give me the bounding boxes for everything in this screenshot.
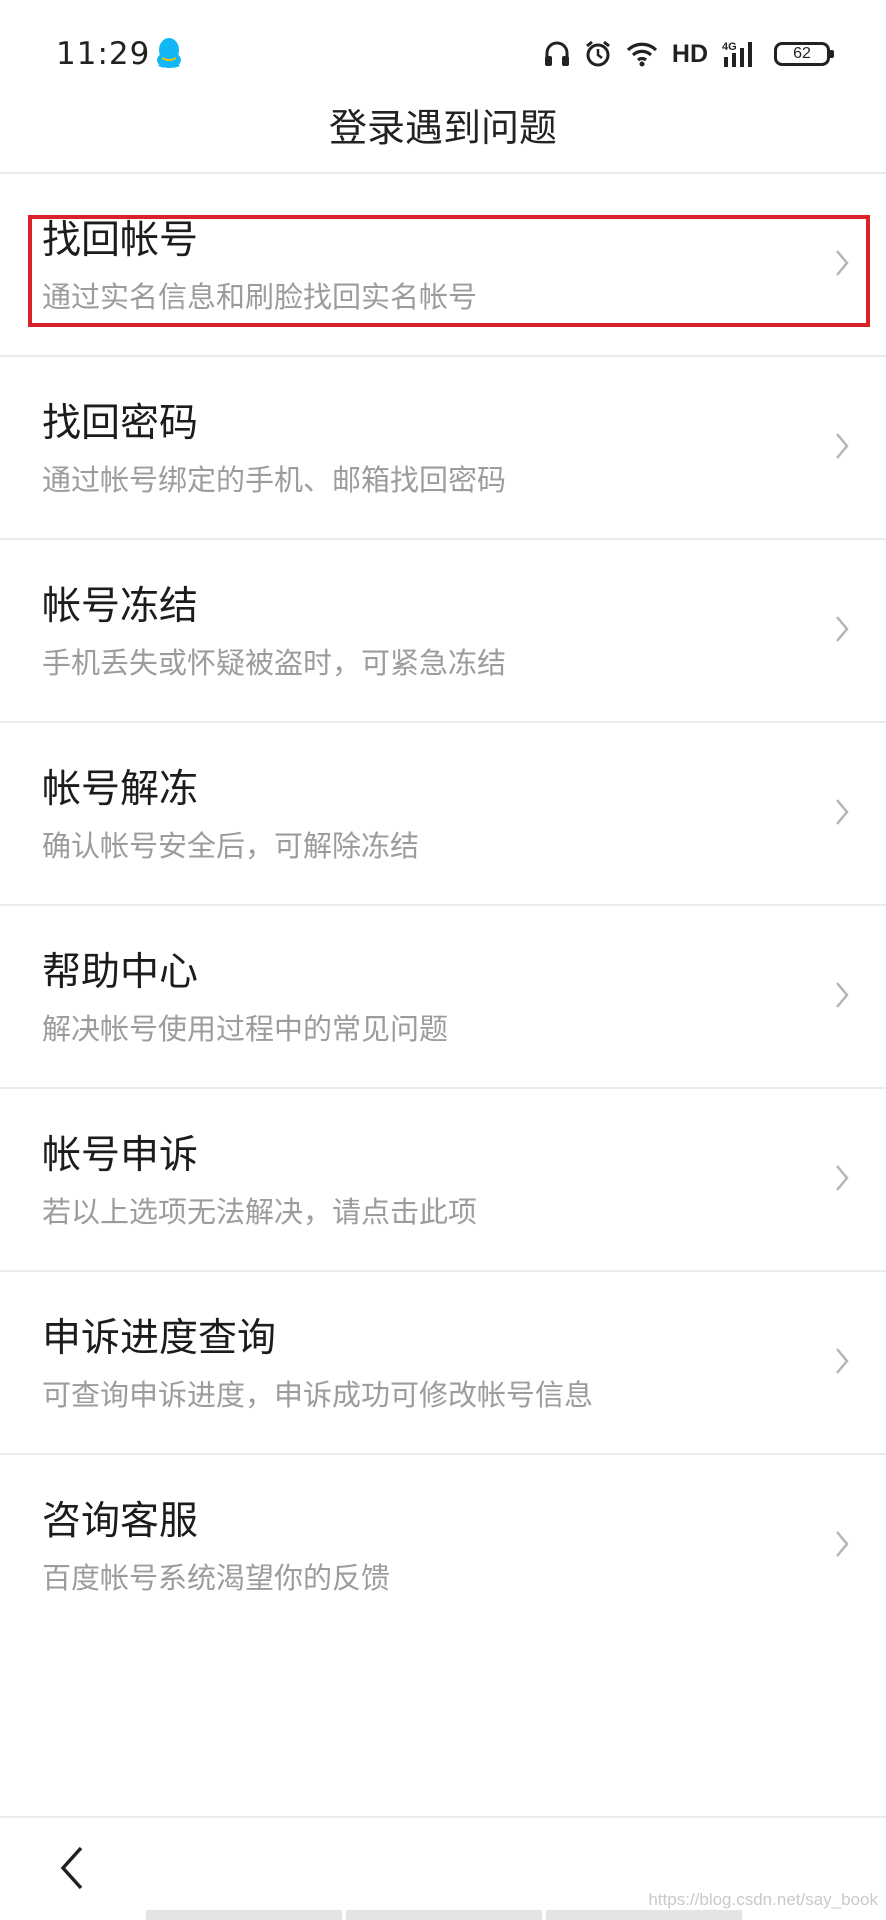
alarm-icon (585, 40, 610, 67)
chevron-right-icon (836, 616, 849, 642)
status-time: 11:29 (56, 36, 151, 72)
menu-item-title: 找回密码 (42, 401, 199, 446)
chevron-right-icon (836, 1531, 849, 1557)
network-label: HD (671, 39, 708, 68)
menu-item-title: 咨询客服 (42, 1499, 199, 1544)
help-menu: 找回帐号 通过实名信息和刷脸找回实名帐号 找回密码 通过帐号绑定的手机、邮箱找回… (0, 174, 886, 1638)
highlight-box (28, 215, 870, 327)
nav-bar-segment (346, 1910, 542, 1920)
menu-item-subtitle: 通过帐号绑定的手机、邮箱找回密码 (42, 463, 507, 497)
menu-item-recover-password[interactable]: 找回密码 通过帐号绑定的手机、邮箱找回密码 (0, 357, 886, 540)
chevron-right-icon (836, 1165, 849, 1191)
signal-icon: 4G (722, 41, 752, 67)
menu-item-subtitle: 百度帐号系统渴望你的反馈 (42, 1561, 391, 1595)
chevron-right-icon (836, 799, 849, 825)
menu-item-subtitle: 可查询申诉进度，申诉成功可修改帐号信息 (42, 1378, 594, 1412)
chevron-right-icon (836, 1348, 849, 1374)
status-icons: HD 4G 62 (544, 36, 834, 72)
bottom-divider (0, 1816, 886, 1818)
menu-item-freeze-account[interactable]: 帐号冻结 手机丢失或怀疑被盗时，可紧急冻结 (0, 540, 886, 723)
nav-bar-segment (146, 1910, 342, 1920)
chevron-right-icon (836, 433, 849, 459)
nav-bar-segment (546, 1910, 742, 1920)
back-button[interactable] (50, 1840, 94, 1896)
title-bar: 登录遇到问题 (0, 96, 886, 172)
menu-item-title: 帮助中心 (42, 950, 199, 995)
menu-item-appeal-progress[interactable]: 申诉进度查询 可查询申诉进度，申诉成功可修改帐号信息 (0, 1272, 886, 1455)
chevron-right-icon (836, 982, 849, 1008)
menu-item-unfreeze-account[interactable]: 帐号解冻 确认帐号安全后，可解除冻结 (0, 723, 886, 906)
menu-item-subtitle: 确认帐号安全后，可解除冻结 (42, 829, 420, 863)
qq-icon (157, 38, 181, 68)
wifi-icon (626, 42, 658, 67)
menu-item-subtitle: 手机丢失或怀疑被盗时，可紧急冻结 (42, 646, 507, 680)
battery-icon: 62 (774, 42, 834, 66)
menu-item-subtitle: 解决帐号使用过程中的常见问题 (42, 1012, 449, 1046)
battery-level: 62 (793, 45, 811, 62)
menu-item-title: 帐号解冻 (42, 767, 199, 812)
menu-item-title: 帐号冻结 (42, 584, 199, 629)
menu-item-customer-service[interactable]: 咨询客服 百度帐号系统渴望你的反馈 (0, 1455, 886, 1638)
watermark: https://blog.csdn.net/say_book (648, 1890, 878, 1909)
page-title: 登录遇到问题 (328, 106, 557, 150)
menu-item-account-appeal[interactable]: 帐号申诉 若以上选项无法解决，请点击此项 (0, 1089, 886, 1272)
cellular-label: 4G (722, 41, 737, 53)
status-bar: 11:29 HD 4G 62 (0, 0, 886, 108)
headphone-icon (544, 41, 569, 66)
menu-item-help-center[interactable]: 帮助中心 解决帐号使用过程中的常见问题 (0, 906, 886, 1089)
menu-item-title: 申诉进度查询 (42, 1316, 277, 1361)
chevron-left-icon (60, 1846, 83, 1890)
menu-item-title: 帐号申诉 (42, 1133, 199, 1178)
menu-item-subtitle: 若以上选项无法解决，请点击此项 (42, 1195, 478, 1229)
